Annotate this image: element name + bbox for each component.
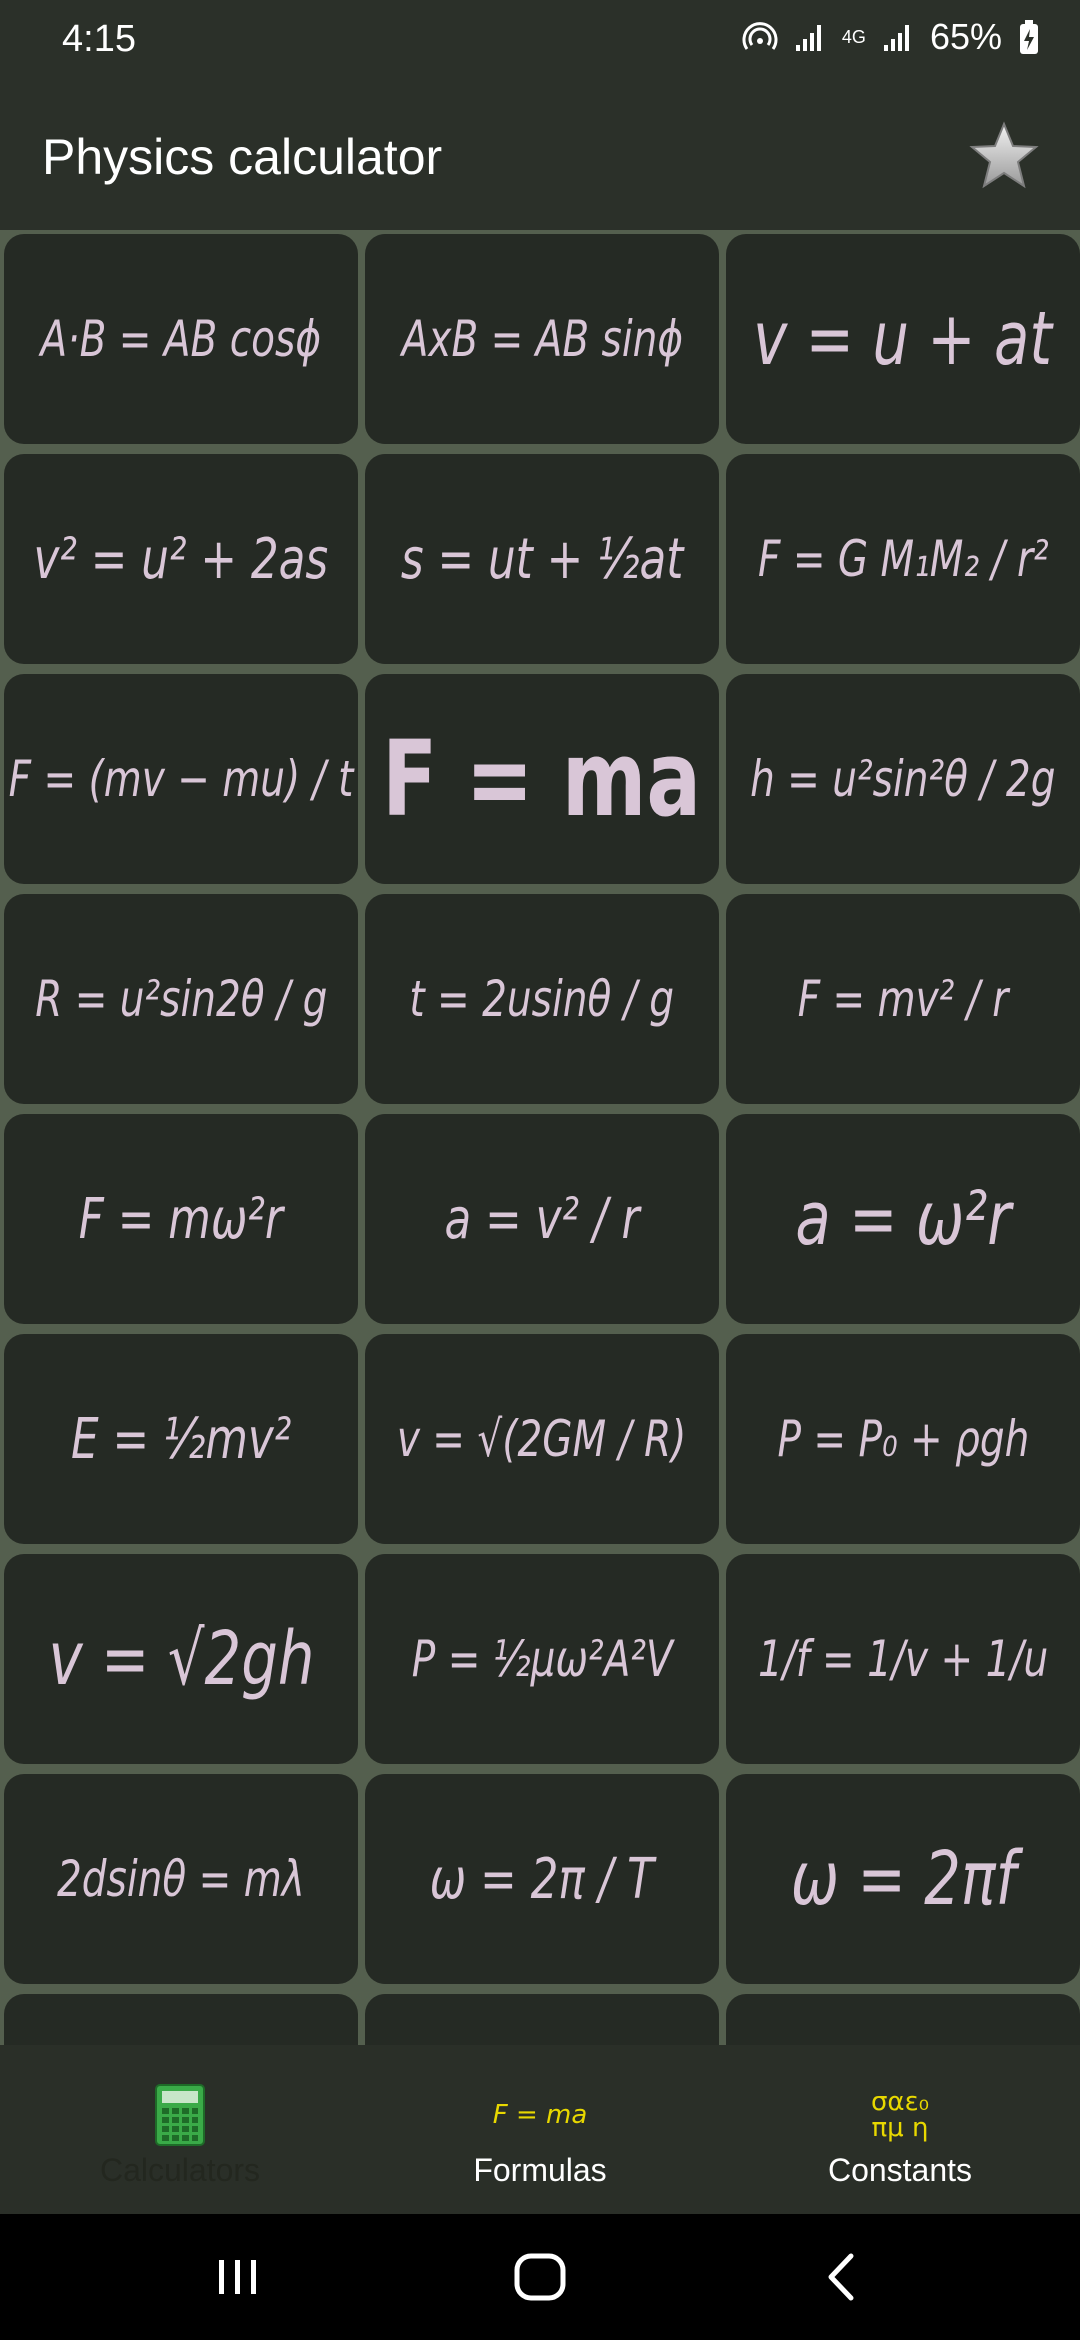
calculator-icon	[155, 2084, 205, 2146]
formula-card[interactable]: 1/f = 1/v + 1/u	[726, 1554, 1080, 1764]
formula-card[interactable]: v² = u² + 2as	[4, 454, 358, 664]
formula-card[interactable]: P = ½μω²A²V	[365, 1554, 719, 1764]
nav-calculators-label: Calculators	[99, 2152, 261, 2188]
back-button[interactable]	[807, 2242, 877, 2312]
formula-card[interactable]: E = ½mv²	[4, 1334, 358, 1544]
formula-text: v = u + at	[753, 296, 1053, 382]
formula-card[interactable]: 2dsinθ = mλ	[4, 1774, 358, 1984]
status-icons: 4G 65%	[742, 16, 1040, 58]
formula-text: F = (mv − mu) / t	[8, 750, 354, 808]
formula-text: t = 2usinθ / g	[409, 970, 675, 1028]
network-4g-icon: 4G	[841, 27, 866, 47]
formula-card[interactable]: v = √(2GM / R)	[365, 1334, 719, 1544]
formula-text: A·B = AB cosϕ	[40, 310, 322, 368]
formula-card[interactable]: AxB = AB sinϕ	[365, 234, 719, 444]
constants-icon: σαε₀ πμ η	[871, 2084, 929, 2146]
formula-text: v² = u² + 2as	[33, 526, 329, 592]
hotspot-icon	[742, 19, 778, 55]
signal-icon	[794, 21, 826, 53]
formula-card[interactable]: F = (mv − mu) / t	[4, 674, 358, 884]
constants-glyph-line1: σαε₀	[870, 2087, 930, 2117]
formula-text: s = ut + ½at	[400, 526, 684, 592]
formula-card[interactable]: R = u²sin2θ / g	[4, 894, 358, 1104]
nav-formulas-label: Formulas	[473, 2152, 607, 2188]
status-time: 4:15	[62, 18, 136, 60]
formula-card[interactable]: ω = 2π / T	[365, 1774, 719, 1984]
formula-card[interactable]: s = ut + ½at	[365, 454, 719, 664]
formulas-icon: F = ma	[493, 2084, 588, 2146]
recent-apps-icon	[219, 2260, 256, 2294]
formula-card[interactable]: A·B = AB cosϕ	[4, 234, 358, 444]
formula-text: ω = 2π / T	[429, 1846, 655, 1912]
formula-text: F = ma	[382, 718, 702, 840]
constants-glyph-line2: πμ η	[871, 2113, 929, 2143]
formula-card[interactable]	[726, 1994, 1080, 2045]
star-icon	[969, 121, 1039, 189]
formula-card[interactable]: v = u + at	[726, 234, 1080, 444]
formula-card[interactable]: F = mω²r	[4, 1114, 358, 1324]
formula-card[interactable]	[365, 1994, 719, 2045]
nav-formulas[interactable]: F = ma Formulas	[360, 2066, 720, 2214]
formula-text: a = v² / r	[444, 1186, 640, 1252]
nav-constants-label: Constants	[827, 2152, 973, 2188]
battery-percent: 65%	[929, 16, 1002, 57]
formulas-glyph: F = ma	[492, 2100, 588, 2130]
formula-text: v = √2gh	[48, 1616, 314, 1702]
formula-text: E = ½mv²	[70, 1406, 292, 1472]
formula-card[interactable]: a = v² / r	[365, 1114, 719, 1324]
formula-text: F = G M₁M₂ / r²	[757, 530, 1049, 588]
signal-icon	[882, 21, 914, 53]
formula-card[interactable]: F = mv² / r	[726, 894, 1080, 1104]
formula-card[interactable]: F = G M₁M₂ / r²	[726, 454, 1080, 664]
home-icon	[514, 2253, 566, 2301]
formula-card[interactable]: F = ma	[365, 674, 719, 884]
formula-card[interactable]: ω = 2πf	[726, 1774, 1080, 1984]
formula-text: P = P₀ + ρgh	[777, 1410, 1029, 1468]
formula-card[interactable]: t = 2usinθ / g	[365, 894, 719, 1104]
formula-text: AxB = AB sinϕ	[401, 310, 683, 368]
formula-grid: A·B = AB cosϕ AxB = AB sinϕ v = u + at v² =…	[4, 234, 1080, 2045]
formula-text: F = mω²r	[78, 1186, 284, 1252]
formula-text: F = mv² / r	[797, 970, 1009, 1028]
bottom-nav: Calculators F = ma Formulas σαε₀ πμ η Co…	[0, 2066, 1080, 2214]
nav-constants[interactable]: σαε₀ πμ η Constants	[720, 2066, 1080, 2214]
favorite-button[interactable]	[968, 120, 1040, 192]
formula-card[interactable]: P = P₀ + ρgh	[726, 1334, 1080, 1544]
app-bar: Physics calculator	[0, 80, 1080, 230]
formula-card[interactable]: v = √2gh	[4, 1554, 358, 1764]
system-nav	[0, 2214, 1080, 2340]
formula-text: h = u²sin²θ / 2g	[750, 750, 1056, 808]
formula-text: P = ½μω²A²V	[411, 1630, 673, 1688]
home-button[interactable]	[505, 2242, 575, 2312]
formula-grid-area[interactable]: A·B = AB cosϕ AxB = AB sinϕ v = u + at v² =…	[0, 230, 1080, 2045]
status-bar: 4:15 4G 65%	[0, 0, 1080, 80]
formula-text: R = u²sin2θ / g	[34, 970, 328, 1028]
formula-card[interactable]: h = u²sin²θ / 2g	[726, 674, 1080, 884]
back-icon	[828, 2253, 854, 2301]
nav-calculators[interactable]: Calculators	[0, 2066, 360, 2214]
formula-card[interactable]: a = ω²r	[726, 1114, 1080, 1324]
formula-card[interactable]	[4, 1994, 358, 2045]
formula-text: 2dsinθ = mλ	[57, 1850, 305, 1908]
page-title: Physics calculator	[42, 129, 443, 185]
formula-text: ω = 2πf	[790, 1836, 1016, 1922]
formula-text: v = √(2GM / R)	[397, 1410, 687, 1468]
recent-apps-button[interactable]	[203, 2242, 273, 2312]
battery-charging-icon	[1018, 19, 1040, 55]
formula-text: 1/f = 1/v + 1/u	[757, 1630, 1049, 1688]
formula-text: a = ω²r	[795, 1176, 1011, 1262]
